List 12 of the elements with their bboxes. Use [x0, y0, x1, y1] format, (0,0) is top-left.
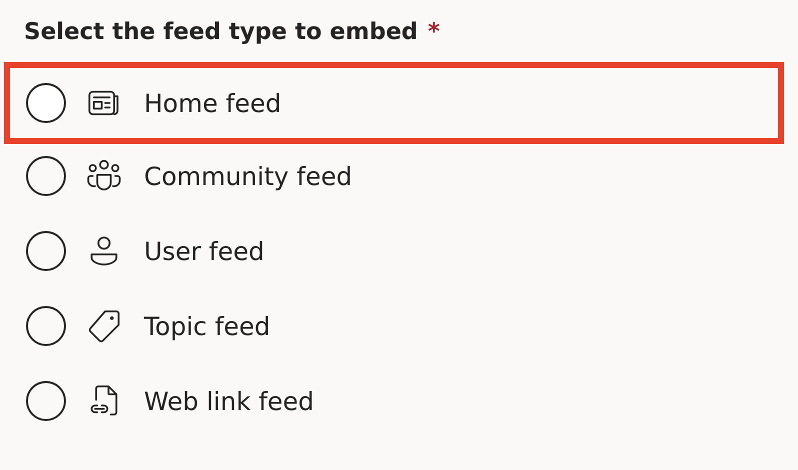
radio-option[interactable]: Topic feed [4, 289, 784, 363]
question-label: Select the feed type to embed [24, 19, 418, 45]
radio-button[interactable] [26, 306, 66, 346]
radio-button[interactable] [26, 381, 66, 421]
radio-button[interactable] [26, 231, 66, 271]
radio-option[interactable]: Web link feed [4, 364, 784, 438]
required-mark: * [428, 19, 440, 45]
radio-option[interactable]: User feed [4, 214, 784, 288]
radio-button[interactable] [26, 83, 66, 123]
tag-icon [86, 308, 122, 344]
radio-button[interactable] [26, 156, 66, 196]
highlighted-option[interactable]: Home feed [4, 62, 784, 144]
